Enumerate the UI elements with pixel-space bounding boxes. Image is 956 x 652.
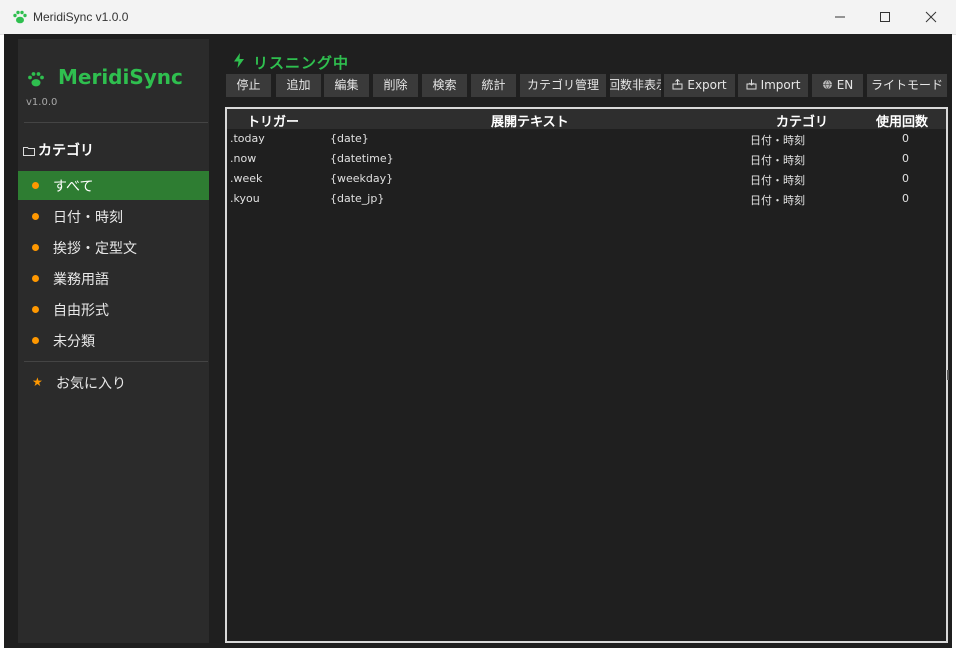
sidebar-item-freeform[interactable]: 自由形式: [18, 295, 209, 324]
table-row[interactable]: .today {date} 日付・時刻 0: [227, 129, 946, 149]
maximize-icon: [880, 12, 890, 22]
sidebar-item-datetime[interactable]: 日付・時刻: [18, 202, 209, 231]
sidebar-item-uncategorized[interactable]: 未分類: [18, 326, 209, 355]
categories-title: カテゴリ: [38, 143, 94, 159]
bullet-icon: [32, 244, 39, 251]
snippet-table[interactable]: トリガー 展開テキスト カテゴリ 使用回数 .today {date} 日付・時…: [225, 107, 948, 643]
paw-icon: [28, 72, 44, 87]
star-icon: ★: [32, 375, 43, 389]
export-button[interactable]: Export: [664, 74, 735, 97]
column-header-category[interactable]: カテゴリ: [776, 111, 828, 130]
bullet-icon: [32, 275, 39, 282]
maximize-button[interactable]: [862, 0, 908, 34]
sidebar-item-label: 日付・時刻: [53, 210, 123, 226]
sidebar-item-label: 自由形式: [53, 303, 109, 319]
title-bar: MeridiSync v1.0.0: [0, 0, 956, 35]
sidebar-item-label: 挨拶・定型文: [53, 241, 137, 257]
cell-trigger: .week: [230, 172, 263, 185]
app-name: MeridiSync: [58, 65, 183, 89]
resize-handle[interactable]: [947, 370, 949, 380]
column-header-expansion[interactable]: 展開テキスト: [491, 111, 569, 130]
import-icon: [746, 79, 757, 90]
cell-expansion: {date}: [330, 132, 369, 145]
globe-icon: [822, 79, 832, 90]
cell-trigger: .now: [230, 152, 257, 165]
stats-button[interactable]: 統計: [471, 74, 516, 97]
add-button[interactable]: 追加: [276, 74, 321, 97]
table-header: トリガー 展開テキスト カテゴリ 使用回数: [227, 109, 946, 130]
bullet-icon: [32, 337, 39, 344]
sidebar-item-all[interactable]: すべて: [18, 171, 209, 200]
bolt-icon: [234, 53, 244, 68]
cell-expansion: {datetime}: [330, 152, 394, 165]
language-button[interactable]: EN: [812, 74, 863, 97]
cell-category: 日付・時刻: [750, 134, 805, 147]
table-row[interactable]: .now {datetime} 日付・時刻 0: [227, 149, 946, 169]
minimize-icon: [835, 16, 845, 18]
import-label: Import: [760, 78, 801, 92]
sidebar-item-business[interactable]: 業務用語: [18, 264, 209, 293]
language-label: EN: [836, 78, 854, 92]
sidebar-item-label: お気に入り: [56, 376, 126, 392]
close-button[interactable]: [908, 0, 954, 34]
cell-expansion: {weekday}: [330, 172, 394, 185]
cell-category: 日付・時刻: [750, 154, 805, 167]
cell-count: 0: [902, 152, 909, 165]
version-label: v1.0.0: [26, 97, 58, 108]
bullet-icon: [32, 213, 39, 220]
window-title: MeridiSync v1.0.0: [33, 10, 129, 24]
hide-count-button[interactable]: 回数非表示: [610, 74, 661, 97]
sidebar-divider: [24, 361, 208, 362]
sidebar-item-label: 未分類: [53, 334, 95, 350]
export-icon: [672, 79, 683, 90]
status-text: リスニング中: [253, 54, 350, 72]
bullet-icon: [32, 306, 39, 313]
import-button[interactable]: Import: [738, 74, 808, 97]
cell-count: 0: [902, 192, 909, 205]
stop-button[interactable]: 停止: [226, 74, 271, 97]
column-header-usage[interactable]: 使用回数: [876, 111, 928, 130]
delete-button[interactable]: 削除: [373, 74, 418, 97]
search-button[interactable]: 検索: [422, 74, 467, 97]
sidebar-item-favorites[interactable]: ★ お気に入り: [18, 368, 209, 397]
cell-count: 0: [902, 132, 909, 145]
categories-heading: カテゴリ: [23, 140, 94, 160]
sidebar-item-label: すべて: [53, 179, 94, 195]
cell-category: 日付・時刻: [750, 194, 805, 207]
minimize-button[interactable]: [817, 0, 863, 34]
sidebar-item-greetings[interactable]: 挨拶・定型文: [18, 233, 209, 262]
light-mode-button[interactable]: ライトモード: [867, 74, 947, 97]
cell-expansion: {date_jp}: [330, 192, 385, 205]
table-row[interactable]: .kyou {date_jp} 日付・時刻 0: [227, 189, 946, 209]
column-header-trigger[interactable]: トリガー: [247, 111, 299, 130]
bullet-icon: [32, 182, 39, 189]
close-icon: [925, 11, 937, 23]
sidebar: MeridiSync v1.0.0 カテゴリ すべて 日付・時刻 挨拶・定型文 …: [18, 39, 209, 643]
table-row[interactable]: .week {weekday} 日付・時刻 0: [227, 169, 946, 189]
cell-category: 日付・時刻: [750, 174, 805, 187]
cell-count: 0: [902, 172, 909, 185]
sidebar-item-label: 業務用語: [53, 272, 109, 288]
export-label: Export: [687, 78, 727, 92]
folder-icon: [23, 147, 35, 156]
paw-icon: [13, 10, 27, 24]
edit-button[interactable]: 編集: [324, 74, 369, 97]
cell-trigger: .kyou: [230, 192, 260, 205]
listening-status: リスニング中: [233, 52, 349, 73]
sidebar-divider: [24, 122, 208, 123]
cell-trigger: .today: [230, 132, 265, 145]
category-manage-button[interactable]: カテゴリ管理: [520, 74, 606, 97]
app-body: MeridiSync v1.0.0 カテゴリ すべて 日付・時刻 挨拶・定型文 …: [4, 34, 952, 648]
